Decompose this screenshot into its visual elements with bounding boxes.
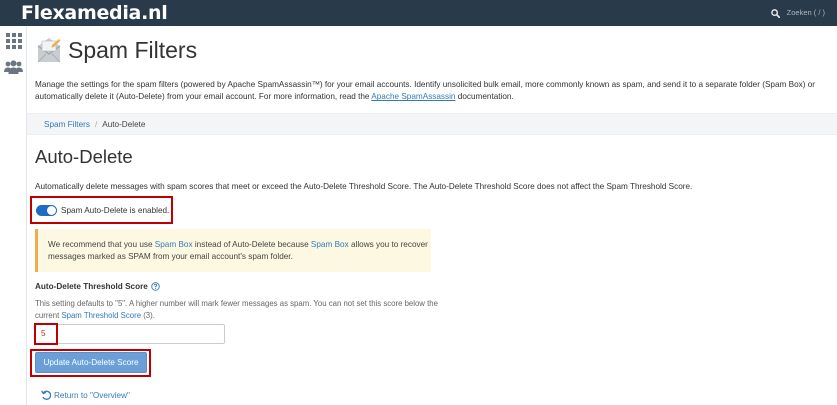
alert-text-2: instead of Auto-Delete because [192, 240, 311, 249]
search-icon [770, 8, 780, 18]
breadcrumb: Spam Filters / Auto-Delete [27, 113, 837, 135]
spam-box-link-1[interactable]: Spam Box [155, 240, 193, 249]
recommendation-alert: We recommend that you use Spam Box inste… [35, 229, 431, 272]
intro-end-text: documentation. [455, 92, 514, 102]
threshold-label: Auto-Delete Threshold Score [35, 282, 160, 291]
threshold-label-text: Auto-Delete Threshold Score [35, 282, 148, 291]
search-input[interactable]: Zoeken ( / ) [787, 6, 825, 20]
threshold-score-input[interactable] [35, 324, 225, 344]
spam-threshold-score-link[interactable]: Spam Threshold Score [61, 311, 141, 320]
apache-spamassassin-link[interactable]: Apache SpamAssassin [371, 92, 455, 101]
brand-logo[interactable]: Flexamedia.nl [21, 1, 168, 25]
breadcrumb-separator: / [94, 119, 98, 129]
input-highlight-box [34, 323, 58, 345]
question-circle-icon[interactable] [151, 282, 160, 291]
threshold-help-text-2: (3). [141, 310, 155, 320]
toggle-knob [47, 205, 56, 215]
section-description: Automatically delete messages with spam … [35, 182, 693, 191]
spam-box-link-2[interactable]: Spam Box [311, 240, 349, 249]
search-box[interactable]: Zoeken ( / ) [770, 6, 825, 20]
apps-grid-icon[interactable] [4, 32, 23, 49]
update-auto-delete-score-button[interactable]: Update Auto-Delete Score [35, 352, 147, 373]
section-title: Auto-Delete [35, 146, 133, 167]
return-link-label: Return to "Overview" [54, 390, 130, 400]
breadcrumb-spam-filters[interactable]: Spam Filters [44, 120, 90, 129]
spam-envelope-icon [35, 36, 63, 69]
return-arrow-icon [41, 390, 51, 400]
users-icon[interactable] [4, 58, 23, 75]
sidebar [0, 26, 27, 405]
page-title: Spam Filters [68, 37, 198, 63]
toggle-label: Spam Auto-Delete is enabled. [61, 205, 170, 215]
auto-delete-toggle-row: Spam Auto-Delete is enabled. [30, 196, 173, 224]
auto-delete-toggle[interactable] [36, 204, 57, 216]
alert-text-1: We recommend that you use [48, 240, 155, 249]
return-to-overview-link[interactable]: Return to "Overview" [41, 390, 130, 400]
threshold-help: This setting defaults to "5". A higher n… [35, 298, 455, 321]
breadcrumb-current: Auto-Delete [102, 119, 146, 129]
main-content: Spam Filters Manage the settings for the… [27, 26, 837, 405]
page-intro: Manage the settings for the spam filters… [35, 79, 830, 104]
top-bar: Flexamedia.nl Zoeken ( / ) [0, 0, 837, 26]
